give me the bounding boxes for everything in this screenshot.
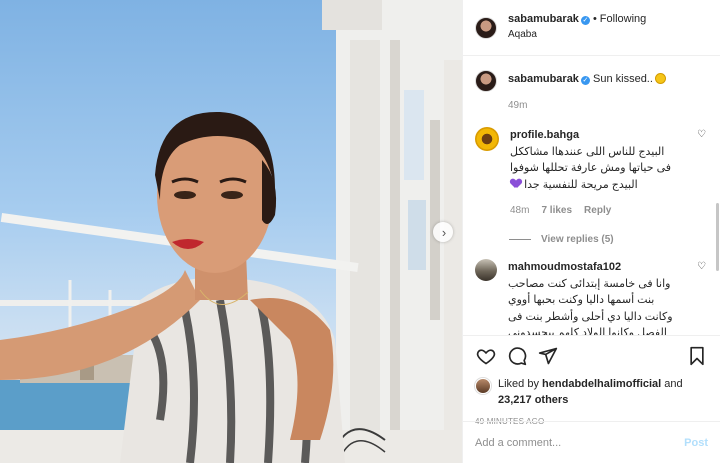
header-text: sabamubarak ✓ • Following Aqaba: [508, 13, 646, 41]
comment-button[interactable]: [506, 345, 528, 367]
heart-icon: [476, 349, 496, 365]
comments-scrollbar[interactable]: [716, 113, 720, 335]
comment-like-heart-icon[interactable]: ♡: [697, 129, 706, 140]
photo-illustration: [0, 0, 462, 463]
next-arrow-icon: ›: [441, 224, 447, 240]
comment-likes-count[interactable]: 7 likes: [541, 205, 572, 216]
liker-username[interactable]: hendabdelhalimofficial: [542, 378, 661, 390]
liker-avatar[interactable]: [475, 378, 491, 394]
next-photo-button[interactable]: ›: [433, 222, 453, 242]
add-comment-input[interactable]: [475, 436, 685, 449]
purple-heart-emoji-icon: [511, 179, 521, 188]
likes-prefix: Liked by: [498, 378, 539, 390]
sun-emoji-icon: [654, 73, 666, 84]
caption-text: sabamubarak ✓ Sun kissed.. 49m: [508, 70, 666, 113]
comments-list[interactable]: sabamubarak ✓ Sun kissed.. 49m profile.ba…: [463, 56, 720, 335]
comment-item: profile.bahga البيدج للناس اللى عنندهاا …: [475, 127, 708, 218]
post-comment-button[interactable]: Post: [684, 437, 708, 449]
comment-like-heart-icon[interactable]: ♡: [697, 261, 706, 272]
likes-text: Liked by hendabdelhalimofficial and 23,2…: [498, 377, 683, 409]
post-side-panel: sabamubarak ✓ • Following Aqaba sabamubarak…: [462, 0, 720, 463]
commenter-avatar[interactable]: [475, 127, 499, 152]
comment-item: mahmoudmostafa102 وانا فى خامسة إبتدائى …: [475, 259, 708, 335]
reply-button[interactable]: Reply: [584, 205, 611, 216]
verified-badge-icon: ✓: [580, 76, 590, 85]
caption-author-avatar[interactable]: [475, 70, 497, 92]
post-actions: Liked by hendabdelhalimofficial and 23,2…: [463, 335, 720, 463]
comment-time: 48m: [510, 205, 530, 217]
author-username[interactable]: sabamubarak: [508, 13, 579, 25]
likes-summary: Liked by hendabdelhalimofficial and 23,2…: [475, 377, 708, 409]
instagram-post-modal: › sabamubarak ✓ • Following Aqaba sabamubar…: [0, 0, 720, 463]
caption-time: 49m: [508, 100, 528, 112]
caption: sabamubarak ✓ Sun kissed.. 49m: [475, 70, 708, 113]
like-button[interactable]: [475, 345, 497, 367]
commenter-username[interactable]: profile.bahga: [510, 127, 680, 144]
post-photo[interactable]: ›: [0, 0, 462, 463]
comment-text: البيدج للناس اللى عنندهاا مشاككل فى حيات…: [510, 145, 672, 191]
post-location[interactable]: Aqaba: [508, 29, 646, 42]
share-icon: [538, 347, 558, 365]
follow-status-button[interactable]: Following: [600, 13, 646, 25]
bookmark-icon: [690, 346, 704, 366]
save-button[interactable]: [686, 345, 708, 367]
verified-badge-icon: ✓: [580, 16, 590, 26]
comment-icon: [508, 347, 527, 366]
caption-author-username[interactable]: sabamubarak: [508, 73, 579, 85]
commenter-username[interactable]: mahmoudmostafa102: [508, 259, 678, 276]
likes-others-count[interactable]: 23,217 others: [498, 394, 568, 406]
caption-body: Sun kissed..: [593, 73, 653, 85]
share-button[interactable]: [537, 345, 559, 367]
comment-body: profile.bahga البيدج للناس اللى عنندهاا …: [510, 127, 680, 218]
comment-text: وانا فى خامسة إبتدائى كنت مصاحب بنت أسمه…: [508, 277, 673, 335]
post-header: sabamubarak ✓ • Following Aqaba: [463, 0, 720, 56]
action-icons: [475, 344, 708, 368]
comment-body: mahmoudmostafa102 وانا فى خامسة إبتدائى …: [508, 259, 678, 335]
scrollbar-thumb[interactable]: [716, 203, 719, 271]
likes-joiner: and: [664, 378, 683, 390]
comment-composer: Post: [463, 421, 720, 463]
commenter-avatar[interactable]: [475, 259, 497, 282]
view-replies-button[interactable]: View replies (5): [509, 234, 708, 245]
separator-dot: •: [592, 13, 597, 26]
author-avatar[interactable]: [475, 16, 497, 39]
comment-meta: 48m 7 likes Reply: [510, 203, 680, 218]
